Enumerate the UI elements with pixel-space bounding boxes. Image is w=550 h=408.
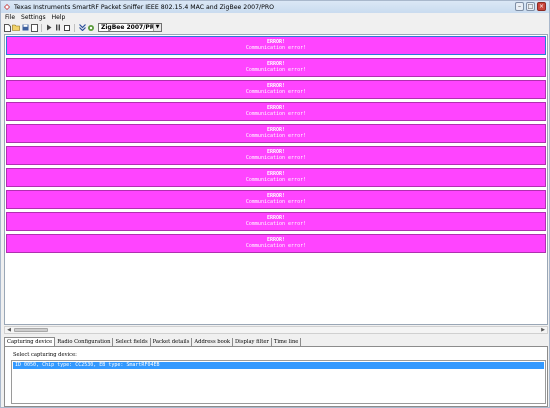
packet-list[interactable]: ERROR! Communication error! ERROR! Commu…	[4, 34, 548, 325]
packet-error-message: Communication error!	[245, 221, 307, 227]
packet-row[interactable]: ERROR! Communication error!	[6, 146, 546, 165]
packet-row[interactable]: ERROR! Communication error!	[6, 190, 546, 209]
menu-help[interactable]: Help	[52, 14, 66, 21]
device-list-item[interactable]: ID 0050, Chip type: CC2530, EB type: Sma…	[13, 362, 544, 369]
window-controls: – □ ×	[515, 2, 546, 11]
stop-icon[interactable]	[63, 24, 71, 32]
toolbar-separator	[74, 23, 75, 32]
app-window: Texas Instruments SmartRF Packet Sniffer…	[0, 0, 550, 408]
tab-display-filter[interactable]: Display filter	[233, 338, 272, 346]
packet-row[interactable]: ERROR! Communication error!	[6, 102, 546, 121]
packet-error-message: Communication error!	[245, 67, 307, 73]
scroll-right-icon[interactable]: ▶	[539, 327, 547, 333]
new-icon[interactable]	[3, 23, 11, 32]
packet-error-message: Communication error!	[245, 111, 307, 117]
tab-capturing-device[interactable]: Capturing device	[4, 337, 56, 346]
tab-select-fields[interactable]: Select fields	[113, 338, 151, 346]
window-title: Texas Instruments SmartRF Packet Sniffer…	[14, 3, 275, 11]
scrollbar-thumb[interactable]	[14, 328, 48, 332]
title-bar: Texas Instruments SmartRF Packet Sniffer…	[1, 1, 549, 13]
play-icon[interactable]	[45, 24, 53, 32]
packet-error-message: Communication error!	[245, 199, 307, 205]
packet-error-message: Communication error!	[245, 89, 307, 95]
packet-row[interactable]: ERROR! Communication error!	[6, 212, 546, 231]
packet-error-message: Communication error!	[245, 133, 307, 139]
protocol-select-value: ZigBee 2007/PRO	[101, 24, 160, 31]
toolbar: ZigBee 2007/PRO ▼	[1, 22, 549, 33]
tab-time-line[interactable]: Time line	[271, 338, 302, 346]
device-list[interactable]: ID 0050, Chip type: CC2530, EB type: Sma…	[11, 360, 546, 404]
scroll-left-icon[interactable]: ◀	[5, 327, 13, 333]
maximize-icon[interactable]: □	[526, 2, 535, 11]
tab-packet-details[interactable]: Packet details	[150, 338, 193, 346]
packet-error-message: Communication error!	[245, 243, 307, 249]
packet-error-message: Communication error!	[245, 155, 307, 161]
packet-row[interactable]: ERROR! Communication error!	[6, 168, 546, 187]
packet-row[interactable]: ERROR! Communication error!	[6, 36, 546, 55]
scroll-down-icon[interactable]	[78, 24, 86, 32]
horizontal-scrollbar[interactable]: ◀ ▶	[4, 326, 548, 334]
packet-row[interactable]: ERROR! Communication error!	[6, 124, 546, 143]
close-icon[interactable]: ×	[537, 2, 546, 11]
open-icon[interactable]	[12, 24, 20, 32]
tab-radio-configuration[interactable]: Radio Configuration	[55, 338, 114, 346]
menu-settings[interactable]: Settings	[21, 14, 46, 21]
sniff-settings-icon[interactable]	[87, 24, 95, 32]
save-icon[interactable]	[21, 24, 29, 32]
packet-row[interactable]: ERROR! Communication error!	[6, 234, 546, 253]
minimize-icon[interactable]: –	[515, 2, 524, 11]
select-device-label: Select capturing device:	[13, 352, 77, 358]
packet-row[interactable]: ERROR! Communication error!	[6, 58, 546, 77]
capturing-device-panel: Select capturing device: ID 0050, Chip t…	[4, 347, 548, 407]
protocol-select[interactable]: ZigBee 2007/PRO ▼	[98, 23, 162, 32]
clear-icon[interactable]	[30, 23, 38, 32]
app-icon	[4, 4, 10, 10]
menu-bar: File Settings Help	[1, 13, 549, 22]
chevron-down-icon[interactable]: ▼	[153, 24, 161, 31]
toolbar-separator	[41, 23, 42, 32]
menu-file[interactable]: File	[5, 14, 15, 21]
packet-row[interactable]: ERROR! Communication error!	[6, 80, 546, 99]
tab-address-book[interactable]: Address book	[192, 338, 233, 346]
packet-error-message: Communication error!	[245, 45, 307, 51]
pause-icon[interactable]	[54, 24, 62, 32]
tab-bar: Capturing device Radio Configuration Sel…	[4, 337, 548, 347]
packet-error-message: Communication error!	[245, 177, 307, 183]
